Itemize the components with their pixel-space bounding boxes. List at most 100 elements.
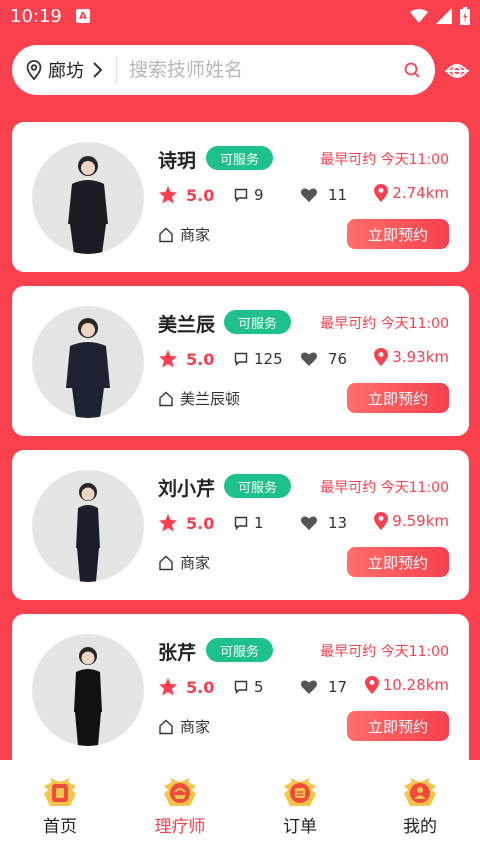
therapist-name: 张芹	[158, 642, 197, 664]
status-badge: 可服务	[206, 638, 274, 662]
therapist-card[interactable]: 诗玥 可服务 最早可约 今天11:00 5.0 9 11 2.74km 商家 立…	[12, 122, 469, 272]
therapist-card[interactable]: 美兰辰 可服务 最早可约 今天11:00 5.0 125 76 3.93km 美…	[12, 286, 469, 436]
comment-icon	[234, 188, 248, 202]
status-badge: 可服务	[206, 146, 274, 170]
like-count: 76	[328, 350, 348, 368]
stats-row: 5.0 125 76	[158, 348, 347, 370]
comment-icon	[234, 680, 248, 694]
distance: 9.59km	[374, 512, 449, 530]
earliest-available: 最早可约 今天11:00	[320, 480, 449, 496]
comment-count: 5	[254, 678, 264, 696]
tab-orders[interactable]: 订单	[240, 760, 360, 853]
comment-count: 9	[254, 186, 264, 204]
therapist-avatar	[32, 470, 144, 582]
distance: 3.93km	[374, 348, 449, 366]
home-tab-icon	[44, 778, 76, 806]
star-icon	[159, 514, 177, 532]
tab-label: 首页	[43, 817, 77, 837]
stats-row: 5.0 1 13	[158, 512, 347, 534]
shop-name: 商家	[180, 226, 211, 244]
therapist-avatar	[32, 142, 144, 254]
distance-value: 2.74km	[392, 184, 449, 202]
distance: 10.28km	[364, 676, 449, 694]
scan-icon[interactable]	[444, 58, 470, 84]
shop-name: 商家	[180, 718, 211, 736]
therapist-name: 美兰辰	[158, 314, 216, 336]
therapist-tab-icon	[164, 778, 196, 806]
battery-icon	[460, 7, 470, 25]
status-icons	[410, 7, 470, 25]
star-icon	[159, 186, 177, 204]
search-divider	[116, 56, 117, 84]
therapist-avatar	[32, 634, 144, 746]
distance-value: 10.28km	[382, 676, 449, 694]
distance-value: 9.59km	[392, 512, 449, 530]
earliest-available: 最早可约 今天11:00	[320, 152, 449, 168]
notification-icon: A	[75, 9, 90, 23]
heart-icon	[301, 188, 317, 202]
book-now-button[interactable]: 立即预约	[347, 547, 449, 577]
rating-value: 5.0	[186, 677, 215, 697]
heart-icon	[301, 680, 317, 694]
therapist-avatar	[32, 306, 144, 418]
like-count: 11	[328, 186, 348, 204]
earliest-available: 最早可约 今天11:00	[320, 316, 449, 332]
earliest-available: 最早可约 今天11:00	[320, 644, 449, 660]
location-pin-icon[interactable]	[26, 60, 42, 80]
tab-label: 我的	[403, 817, 437, 837]
rating-value: 5.0	[186, 185, 215, 205]
search-icon[interactable]	[403, 61, 421, 79]
profile-tab-icon	[404, 778, 436, 806]
tab-label: 订单	[283, 817, 317, 837]
stats-row: 5.0 9 11	[158, 184, 347, 206]
like-count: 17	[328, 678, 348, 696]
shop-row: 美兰辰顿	[158, 388, 240, 409]
shop-row: 商家	[158, 552, 210, 573]
stats-row: 5.0 5 17	[158, 676, 347, 698]
tab-home[interactable]: 首页	[0, 760, 120, 853]
book-now-button[interactable]: 立即预约	[347, 383, 449, 413]
like-count: 13	[328, 514, 348, 532]
star-icon	[159, 678, 177, 696]
therapist-name: 刘小芹	[158, 478, 216, 500]
orders-tab-icon	[284, 778, 316, 806]
city-selector[interactable]: 廊坊	[48, 57, 84, 83]
therapist-card[interactable]: 张芹 可服务 最早可约 今天11:00 5.0 5 17 10.28km 商家 …	[12, 614, 469, 760]
status-bar: 10:19 A	[0, 0, 480, 32]
book-now-button[interactable]: 立即预约	[347, 711, 449, 741]
chevron-right-icon[interactable]	[90, 61, 104, 79]
shop-row: 商家	[158, 224, 210, 245]
home-icon	[159, 555, 173, 570]
heart-icon	[301, 352, 317, 366]
status-badge: 可服务	[224, 474, 292, 498]
comment-count: 1	[254, 514, 264, 532]
location-pin-icon	[374, 348, 389, 366]
location-pin-icon	[374, 184, 389, 202]
shop-name: 商家	[180, 554, 211, 572]
tab-therapists[interactable]: 理疗师	[120, 760, 240, 853]
search-bar: 廊坊	[12, 45, 435, 95]
comment-count: 125	[254, 350, 283, 368]
shop-row: 商家	[158, 716, 210, 737]
wifi-icon	[410, 9, 428, 23]
location-pin-icon	[364, 676, 379, 694]
rating-value: 5.0	[186, 349, 215, 369]
book-now-button[interactable]: 立即预约	[347, 219, 449, 249]
star-icon	[159, 350, 177, 368]
location-pin-icon	[374, 512, 389, 530]
bottom-tab-bar: 首页 理疗师 订单 我的	[0, 760, 480, 853]
rating-value: 5.0	[186, 513, 215, 533]
comment-icon	[234, 352, 248, 366]
distance-value: 3.93km	[392, 348, 449, 366]
therapist-card[interactable]: 刘小芹 可服务 最早可约 今天11:00 5.0 1 13 9.59km 商家 …	[12, 450, 469, 600]
distance: 2.74km	[374, 184, 449, 202]
tab-profile[interactable]: 我的	[360, 760, 480, 853]
status-time: 10:19	[10, 5, 62, 27]
home-icon	[159, 391, 173, 406]
comment-icon	[234, 516, 248, 530]
home-icon	[159, 719, 173, 734]
heart-icon	[301, 516, 317, 530]
therapist-name: 诗玥	[158, 150, 197, 172]
shop-name: 美兰辰顿	[180, 390, 241, 408]
search-input[interactable]	[129, 59, 379, 81]
